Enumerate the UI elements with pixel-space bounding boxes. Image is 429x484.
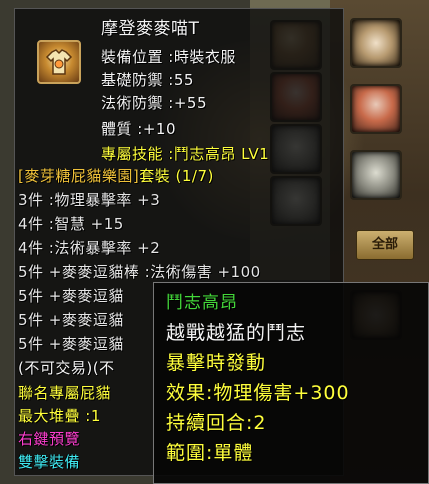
constitution-value: +10 (142, 120, 176, 138)
exclusive-note: 聯名專屬屁貓 (18, 384, 112, 402)
slot-value: 時裝衣服 (173, 48, 236, 66)
base-defense-row: 基礎防禦 :55 (101, 71, 194, 89)
set-label: 套裝 (139, 167, 171, 185)
slot-label: 裝備位置 (101, 48, 164, 66)
skill-tooltip: 鬥志高昂 越戰越猛的鬥志 暴擊時發動 效果:物理傷害+300 持續回合:2 範圍… (153, 282, 429, 484)
exclusive-skill-row: 專屬技能 :鬥志高昂 LV1 (101, 145, 270, 163)
set-bonus-line: 4件 :法術暴擊率 +2 (18, 239, 161, 257)
base-defense-value: 55 (173, 71, 194, 89)
skill-description: 越戰越猛的鬥志 (166, 322, 307, 344)
all-button[interactable]: 全部 (356, 230, 414, 260)
slot-row: 裝備位置 :時裝衣服 (101, 48, 236, 66)
right-click-preview: 右鍵預覽 (18, 430, 81, 448)
set-name: [麥芽糖屁貓樂園] (18, 167, 140, 185)
constitution-label: 體質 (101, 120, 133, 138)
set-bonus-line: 5件 +麥麥逗貓 (18, 287, 124, 305)
set-bonus-line: 5件 +麥麥逗貓 (18, 311, 124, 329)
base-defense-label: 基礎防禦 (101, 71, 164, 89)
set-bonus-line: 3件 :物理暴擊率 +3 (18, 191, 161, 209)
inventory-slot[interactable] (350, 18, 402, 68)
skill-duration: 持續回合:2 (166, 412, 267, 434)
item-name: 摩登麥麥喵T (101, 19, 200, 39)
max-stack: 最大堆疊 :1 (18, 407, 101, 425)
double-click-equip: 雙擊裝備 (18, 453, 81, 471)
set-bonus-line: 5件 +麥麥逗貓棒 :法術傷害 +100 (18, 263, 261, 281)
trade-status: (不可交易)(不 (18, 359, 115, 377)
set-bonus-line: 5件 +麥麥逗貓 (18, 335, 124, 353)
exclusive-skill-value: 鬥志高昂 LV1 (173, 145, 270, 163)
magic-defense-label: 法術防禦 (101, 94, 164, 112)
magic-defense-value: +55 (173, 94, 207, 112)
set-progress: (1/7) (175, 167, 214, 185)
skill-trigger: 暴擊時發動 (166, 352, 267, 374)
exclusive-skill-label: 專屬技能 (101, 145, 164, 163)
inventory-slot[interactable] (350, 84, 402, 134)
skill-name: 鬥志高昂 (166, 293, 238, 313)
constitution-row: 體質 :+10 (101, 120, 176, 138)
set-header: [麥芽糖屁貓樂園]套裝 (1/7) (18, 166, 214, 186)
shirt-icon (37, 40, 81, 84)
inventory-slot[interactable] (350, 150, 402, 200)
set-bonus-line: 4件 :智慧 +15 (18, 215, 124, 233)
magic-defense-row: 法術防禦 :+55 (101, 94, 207, 112)
skill-range: 範圍:單體 (166, 442, 254, 464)
skill-effect: 效果:物理傷害+300 (166, 382, 350, 404)
